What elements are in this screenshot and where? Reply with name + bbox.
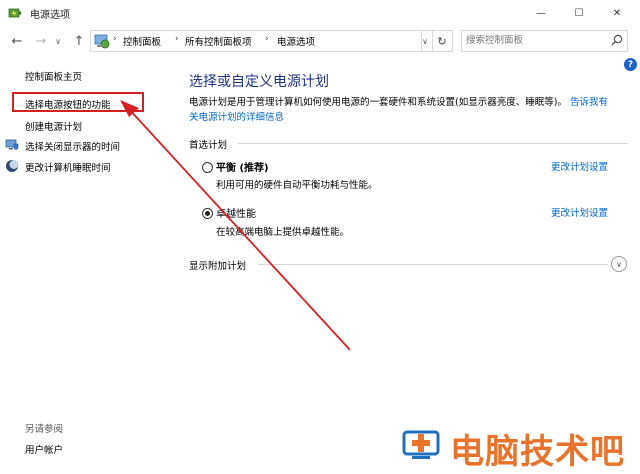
breadcrumb-separator: ›	[265, 34, 269, 44]
see-also-user-accounts[interactable]: 用户帐户	[25, 442, 63, 456]
breadcrumb-power-options[interactable]: 电源选项	[277, 34, 315, 48]
watermark-text: 电脑技术吧	[450, 432, 625, 472]
plan-ultimate-name[interactable]: 卓越性能	[216, 205, 256, 220]
close-icon: ✕	[612, 7, 622, 19]
maximize-icon: ☐	[574, 7, 584, 19]
address-bar[interactable]: › 控制面板 › 所有控制面板项 › 电源选项	[90, 30, 422, 52]
minimize-icon: —	[536, 7, 546, 19]
breadcrumb-control-panel[interactable]: 控制面板	[123, 34, 161, 48]
arrow-left-icon: ←	[11, 33, 23, 49]
chevron-down-icon: ∨	[422, 36, 428, 46]
page-description: 电源计划是用于管理计算机如何使用电源的一套硬件和系统设置(如显示器亮度、睡眠等)…	[189, 95, 629, 125]
breadcrumb-separator: ›	[175, 34, 179, 44]
breadcrumb-separator: ›	[113, 34, 117, 44]
annotation-highlight-box	[12, 92, 144, 112]
plan-ultimate-change-link[interactable]: 更改计划设置	[551, 205, 608, 219]
search-input[interactable]	[466, 33, 606, 47]
search-icon	[611, 34, 623, 46]
up-button[interactable]: ↑	[70, 32, 88, 50]
page-title: 选择或自定义电源计划	[189, 74, 329, 90]
sidebar-item-display-off[interactable]: 选择关闭显示器的时间	[25, 139, 120, 153]
divider	[238, 143, 628, 144]
expand-additional-plans-button[interactable]: ∨	[611, 256, 627, 272]
close-button[interactable]: ✕	[594, 0, 640, 26]
back-button[interactable]: ←	[8, 32, 26, 50]
power-options-app-icon	[8, 8, 21, 18]
sidebar-home-link[interactable]: 控制面板主页	[25, 69, 82, 83]
forward-button[interactable]: →	[32, 32, 50, 50]
refresh-button[interactable]: ↻	[432, 30, 453, 52]
plan-balanced-desc: 利用可用的硬件自动平衡功耗与性能。	[216, 180, 378, 191]
monitor-shield-icon	[5, 139, 19, 150]
plan-balanced-change-link[interactable]: 更改计划设置	[551, 159, 608, 173]
plan-ultimate-radio[interactable]	[202, 208, 213, 219]
learn-more-link-line2[interactable]: 关电源计划的详细信息	[189, 112, 284, 123]
learn-more-link[interactable]: 告诉我有	[570, 97, 608, 108]
arrow-right-icon: →	[35, 33, 47, 49]
sidebar-item-create-plan[interactable]: 创建电源计划	[25, 119, 82, 133]
plan-balanced-radio[interactable]	[202, 162, 213, 173]
sidebar-item-sleep-time[interactable]: 更改计算机睡眠时间	[25, 160, 111, 174]
chevron-down-icon: ∨	[616, 259, 622, 269]
address-dropdown-button[interactable]: ∨	[418, 30, 433, 52]
chevron-down-icon: ∨	[55, 36, 61, 46]
navigation-bar: ← → ∨ ↑ › 控制面板 › 所有控制面板项 › 电源选项 ∨ ↻	[0, 26, 640, 56]
search-box[interactable]	[461, 30, 628, 52]
watermark-logo	[402, 430, 440, 459]
title-bar: 电源选项 — ☐ ✕	[0, 0, 640, 26]
recent-locations-button[interactable]: ∨	[52, 32, 64, 50]
control-panel-icon	[94, 34, 110, 49]
window-title: 电源选项	[30, 10, 70, 21]
plan-balanced-name[interactable]: 平衡 (推荐)	[216, 159, 269, 174]
preferred-plans-label: 首选计划	[189, 140, 228, 151]
description-text: 电源计划是用于管理计算机如何使用电源的一套硬件和系统设置(如显示器亮度、睡眠等)…	[189, 97, 567, 108]
moon-icon	[6, 160, 19, 172]
breadcrumb-all-items[interactable]: 所有控制面板项	[185, 34, 252, 48]
refresh-icon: ↻	[437, 34, 447, 48]
plan-ultimate-desc: 在较高端电脑上提供卓越性能。	[216, 227, 350, 238]
show-additional-plans-label[interactable]: 显示附加计划	[189, 258, 246, 272]
divider	[258, 264, 608, 265]
see-also-heading: 另请参阅	[25, 424, 64, 435]
arrow-up-icon: ↑	[73, 33, 85, 49]
